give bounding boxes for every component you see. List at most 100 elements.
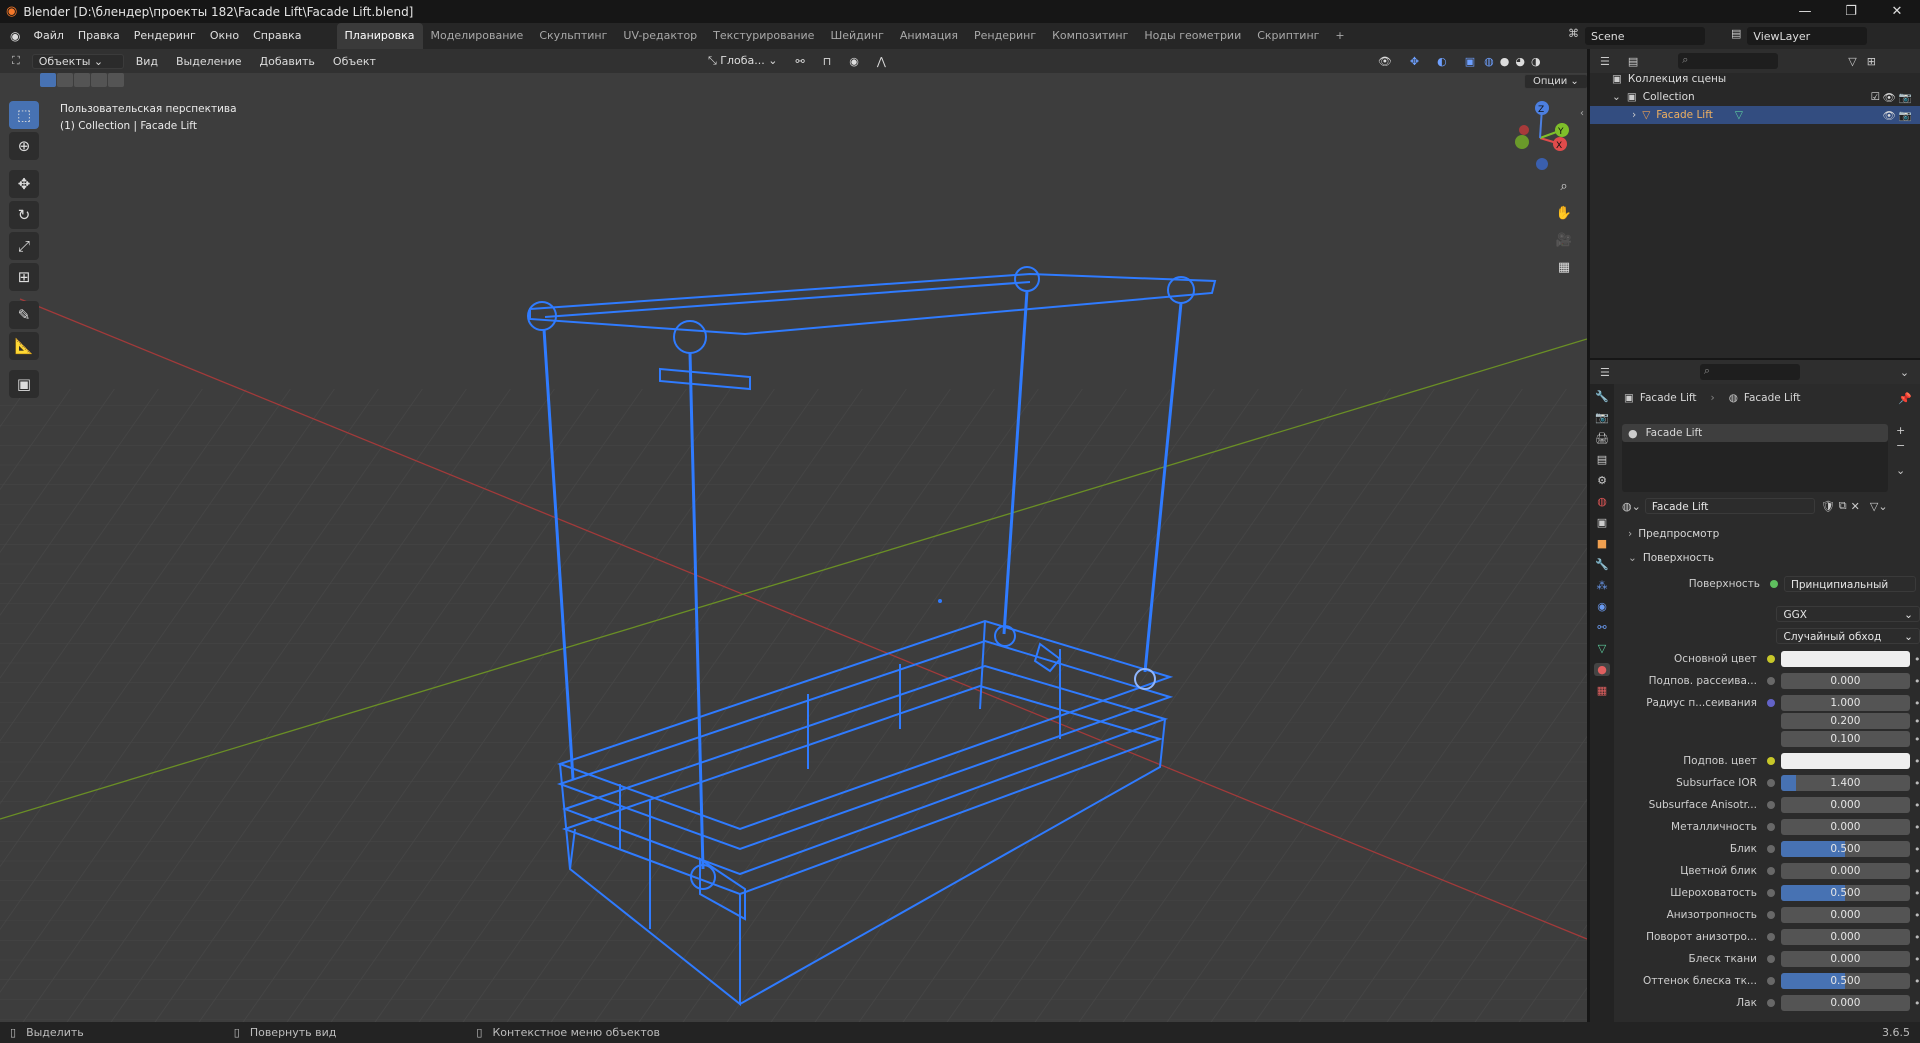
shading-solid-icon[interactable]: ● <box>1497 55 1513 68</box>
collection-render-icon[interactable]: 📷 <box>1899 91 1912 104</box>
socket-dot-icon[interactable] <box>1766 933 1775 941</box>
shader-socket-icon[interactable] <box>1770 580 1778 588</box>
preview-section-header[interactable]: › Предпросмотр <box>1628 528 1719 540</box>
property-value-field[interactable]: 0.500 <box>1780 885 1910 901</box>
socket-dot-icon[interactable] <box>1766 801 1775 809</box>
new-collection-icon[interactable]: ⊞ <box>1867 55 1876 68</box>
outliner-scene-collection[interactable]: ▣ Коллекция сцены <box>1590 70 1920 88</box>
tab-layout[interactable]: Планировка <box>336 23 423 49</box>
data-tab-icon[interactable]: ▽ <box>1598 642 1606 655</box>
menu-view[interactable]: Вид <box>130 55 164 68</box>
tab-uv-editing[interactable]: UV-редактор <box>615 23 705 49</box>
subsurface-method-dropdown[interactable]: Случайный обход ⌄ <box>1776 628 1920 644</box>
keyframe-dot-icon[interactable]: • <box>1914 799 1920 812</box>
property-value-field[interactable]: 0.000 <box>1780 673 1910 689</box>
pin-icon[interactable]: 📌 <box>1898 392 1912 405</box>
transform-orientation-dropdown[interactable]: ⤡ Глоба... ⌄ <box>702 54 784 68</box>
scene-tab-icon[interactable]: ⚙ <box>1597 474 1607 487</box>
navigation-gizmo[interactable]: Z Y X <box>1500 96 1580 176</box>
render-tab-icon[interactable]: 📷 <box>1595 411 1609 424</box>
snap-icon[interactable]: ⊓ <box>817 55 838 68</box>
socket-dot-icon[interactable] <box>1766 977 1775 985</box>
material-browse-icon[interactable]: ◍⌄ <box>1622 500 1641 513</box>
move-tool-icon[interactable]: ✥ <box>9 170 39 198</box>
tab-shading[interactable]: Шейдинг <box>822 23 891 49</box>
keyframe-dot-icon[interactable]: • <box>1914 909 1920 922</box>
keyframe-dot-icon[interactable]: • <box>1914 697 1920 710</box>
property-value-field[interactable] <box>1780 651 1910 667</box>
pivot-icon[interactable]: ⚯ <box>789 55 810 68</box>
select-intersect-icon[interactable] <box>108 73 124 87</box>
menu-file[interactable]: Файл <box>26 23 70 49</box>
tab-texture-paint[interactable]: Текстурирование <box>705 23 822 49</box>
socket-dot-icon[interactable] <box>1766 677 1775 685</box>
overlay-toggle-icon[interactable]: ◐ <box>1431 55 1453 68</box>
object-visibility-icon[interactable]: 👁 <box>1883 109 1896 122</box>
scale-tool-icon[interactable]: ⤢ <box>9 232 39 260</box>
add-workspace-button[interactable]: + <box>1327 23 1352 49</box>
link-type-icon[interactable]: ▽⌄ <box>1870 500 1888 513</box>
sidebar-toggle-icon[interactable]: ‹ <box>1580 108 1584 119</box>
keyframe-dot-icon[interactable]: • <box>1914 755 1920 768</box>
keyframe-dot-icon[interactable]: • <box>1914 997 1920 1010</box>
keyframe-dot-icon[interactable]: • <box>1914 715 1920 728</box>
keyframe-dot-icon[interactable]: • <box>1914 931 1920 944</box>
outliner-object-facade-lift[interactable]: › ▽ Facade Lift ▽ 👁 📷 <box>1590 106 1920 124</box>
tab-sculpting[interactable]: Скульптинг <box>531 23 615 49</box>
property-value-field[interactable]: 0.000 <box>1780 995 1910 1011</box>
physics-tab-icon[interactable]: ◉ <box>1597 600 1607 613</box>
property-value-field[interactable]: 0.000 <box>1780 863 1910 879</box>
property-value-field[interactable]: 0.000 <box>1780 929 1910 945</box>
property-value-field[interactable]: 0.100 <box>1780 731 1910 747</box>
constraints-tab-icon[interactable]: ⚯ <box>1597 621 1606 634</box>
view-layer-field[interactable]: ViewLayer <box>1747 27 1868 45</box>
menu-select[interactable]: Выделение <box>170 55 248 68</box>
particles-tab-icon[interactable]: ⁂ <box>1597 579 1608 592</box>
keyframe-dot-icon[interactable]: • <box>1914 953 1920 966</box>
tab-animation[interactable]: Анимация <box>892 23 966 49</box>
proportional-edit-icon[interactable]: ◉ <box>843 55 865 68</box>
menu-add[interactable]: Добавить <box>254 55 321 68</box>
tab-rendering[interactable]: Рендеринг <box>966 23 1044 49</box>
property-value-field[interactable] <box>1780 753 1910 769</box>
keyframe-dot-icon[interactable]: • <box>1914 777 1920 790</box>
menu-window[interactable]: Окно <box>203 23 246 49</box>
visibility-icon[interactable]: 👁 <box>1372 55 1398 68</box>
transform-tool-icon[interactable]: ⊞ <box>9 263 39 291</box>
outliner-collection[interactable]: ⌄ ▣ Collection ☑ 👁 📷 <box>1590 88 1920 106</box>
property-value-field[interactable]: 1.000 <box>1780 695 1910 711</box>
socket-dot-icon[interactable] <box>1766 867 1775 875</box>
minimize-button[interactable]: — <box>1782 0 1828 23</box>
outliner-search-input[interactable]: ⌕ <box>1678 53 1779 69</box>
property-value-field[interactable]: 0.500 <box>1780 973 1910 989</box>
surface-shader-field[interactable]: Принципиальный BSDF <box>1784 576 1916 592</box>
property-value-field[interactable]: 0.500 <box>1780 841 1910 857</box>
surface-section-header[interactable]: ⌄ Поверхность <box>1628 552 1714 564</box>
camera-view-icon[interactable]: 🎥 <box>1552 228 1576 252</box>
output-tab-icon[interactable]: 🖨 <box>1595 432 1609 445</box>
property-value-field[interactable]: 0.000 <box>1780 797 1910 813</box>
menu-help[interactable]: Справка <box>246 23 308 49</box>
select-subtract-icon[interactable] <box>74 73 90 87</box>
shading-wireframe-icon[interactable]: ◍ <box>1481 55 1497 68</box>
scene-field[interactable]: Scene <box>1585 27 1705 45</box>
falloff-icon[interactable]: ⋀ <box>871 55 892 68</box>
keyframe-dot-icon[interactable]: • <box>1914 887 1920 900</box>
unlink-material-icon[interactable]: ✕ <box>1851 500 1860 513</box>
properties-editor-icon[interactable]: ☰ <box>1600 366 1610 379</box>
socket-dot-icon[interactable] <box>1766 999 1775 1007</box>
socket-dot-icon[interactable] <box>1766 845 1775 853</box>
tab-geometry-nodes[interactable]: Ноды геометрии <box>1136 23 1249 49</box>
xray-toggle-icon[interactable]: ▣ <box>1459 55 1481 68</box>
property-value-field[interactable]: 0.200 <box>1780 713 1910 729</box>
material-tab-icon[interactable]: ● <box>1594 663 1610 676</box>
world-tab-icon[interactable]: ◍ <box>1597 495 1607 508</box>
object-tab-icon[interactable]: ■ <box>1597 537 1607 550</box>
tab-scripting[interactable]: Скриптинг <box>1249 23 1327 49</box>
cursor-tool-icon[interactable]: ⊕ <box>9 132 39 160</box>
display-mode-icon[interactable]: ▤ <box>1628 55 1638 68</box>
rotate-tool-icon[interactable]: ↻ <box>9 201 39 229</box>
filter-icon[interactable]: ▽ <box>1848 55 1856 68</box>
mode-dropdown[interactable]: Объекты ⌄ <box>31 53 124 69</box>
menu-render[interactable]: Рендеринг <box>127 23 203 49</box>
